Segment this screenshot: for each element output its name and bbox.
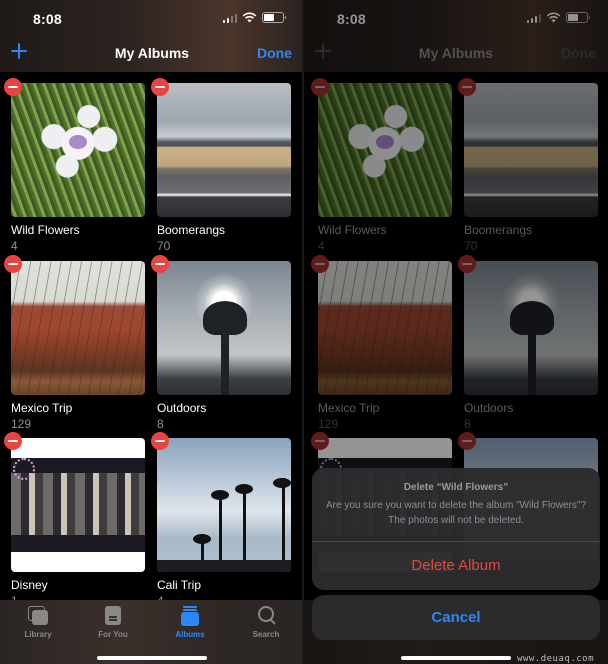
album-tile[interactable]: Cali Trip 4 [157,438,291,608]
album-name: Outdoors [157,401,207,415]
tab-label: Library [24,630,52,639]
minus-circle-icon[interactable] [4,255,22,273]
done-button[interactable]: Done [257,45,292,61]
minus-circle-icon[interactable] [151,255,169,273]
cellular-signal-icon [222,13,237,23]
album-count: 4 [11,239,18,253]
top-bar: 8:08 My Albums Done [0,0,304,72]
tab-label: Albums [175,630,205,639]
album-tile[interactable]: Disney 1 [11,438,145,608]
action-sheet-message: Are you sure you want to delete the albu… [326,500,586,526]
battery-icon [262,12,286,23]
cancel-button[interactable]: Cancel [312,595,600,640]
tab-label: Search [252,630,280,639]
tab-label: For You [98,630,128,639]
home-indicator[interactable] [97,656,207,660]
album-count: 8 [157,417,164,431]
watermark: www.deuaq.com [517,654,594,664]
for-you-icon [102,606,124,626]
album-tile[interactable]: Outdoors 8 [157,261,291,431]
minus-circle-icon[interactable] [151,78,169,96]
home-indicator[interactable] [401,656,511,660]
tab-for-you[interactable]: For You [75,606,151,639]
album-thumbnail[interactable] [157,261,291,395]
photos-stack-icon [27,606,49,626]
tab-search[interactable]: Search [228,606,304,639]
album-thumbnail[interactable] [157,83,291,217]
action-sheet: Delete “Wild Flowers” Are you sure you w… [312,468,600,590]
phone-screen-edit-mode: 8:08 My Albums Done Wild Flowers 4 Boome… [0,0,304,664]
album-tile[interactable]: Boomerangs 70 [157,83,291,253]
search-icon [255,606,277,626]
tab-bar: Library For You Albums Search [0,600,304,664]
album-name: Mexico Trip [11,401,73,415]
albums-icon [179,606,201,626]
minus-circle-icon[interactable] [151,432,169,450]
action-sheet-title: Delete “Wild Flowers” [403,482,509,493]
album-name: Disney [11,578,48,592]
minus-circle-icon[interactable] [4,78,22,96]
phone-screen-delete-confirmation: 8:08 My Albums Done Wild Flowers 4 Boome… [304,0,608,664]
album-tile[interactable]: Mexico Trip 129 [11,261,145,431]
tab-library[interactable]: Library [0,606,76,639]
wifi-icon [242,12,257,23]
divider [302,0,304,664]
album-name: Wild Flowers [11,223,80,237]
status-icons [222,12,286,23]
album-count: 129 [11,417,32,431]
minus-circle-icon[interactable] [4,432,22,450]
album-thumbnail[interactable] [11,83,145,217]
album-thumbnail[interactable] [11,438,145,572]
tab-albums[interactable]: Albums [152,606,228,639]
album-thumbnail[interactable] [157,438,291,572]
album-name: Boomerangs [157,223,226,237]
status-time: 8:08 [33,11,62,27]
album-count: 70 [157,239,171,253]
delete-album-button[interactable]: Delete Album [312,542,600,590]
album-thumbnail[interactable] [11,261,145,395]
album-name: Cali Trip [157,578,202,592]
album-tile[interactable]: Wild Flowers 4 [11,83,145,253]
